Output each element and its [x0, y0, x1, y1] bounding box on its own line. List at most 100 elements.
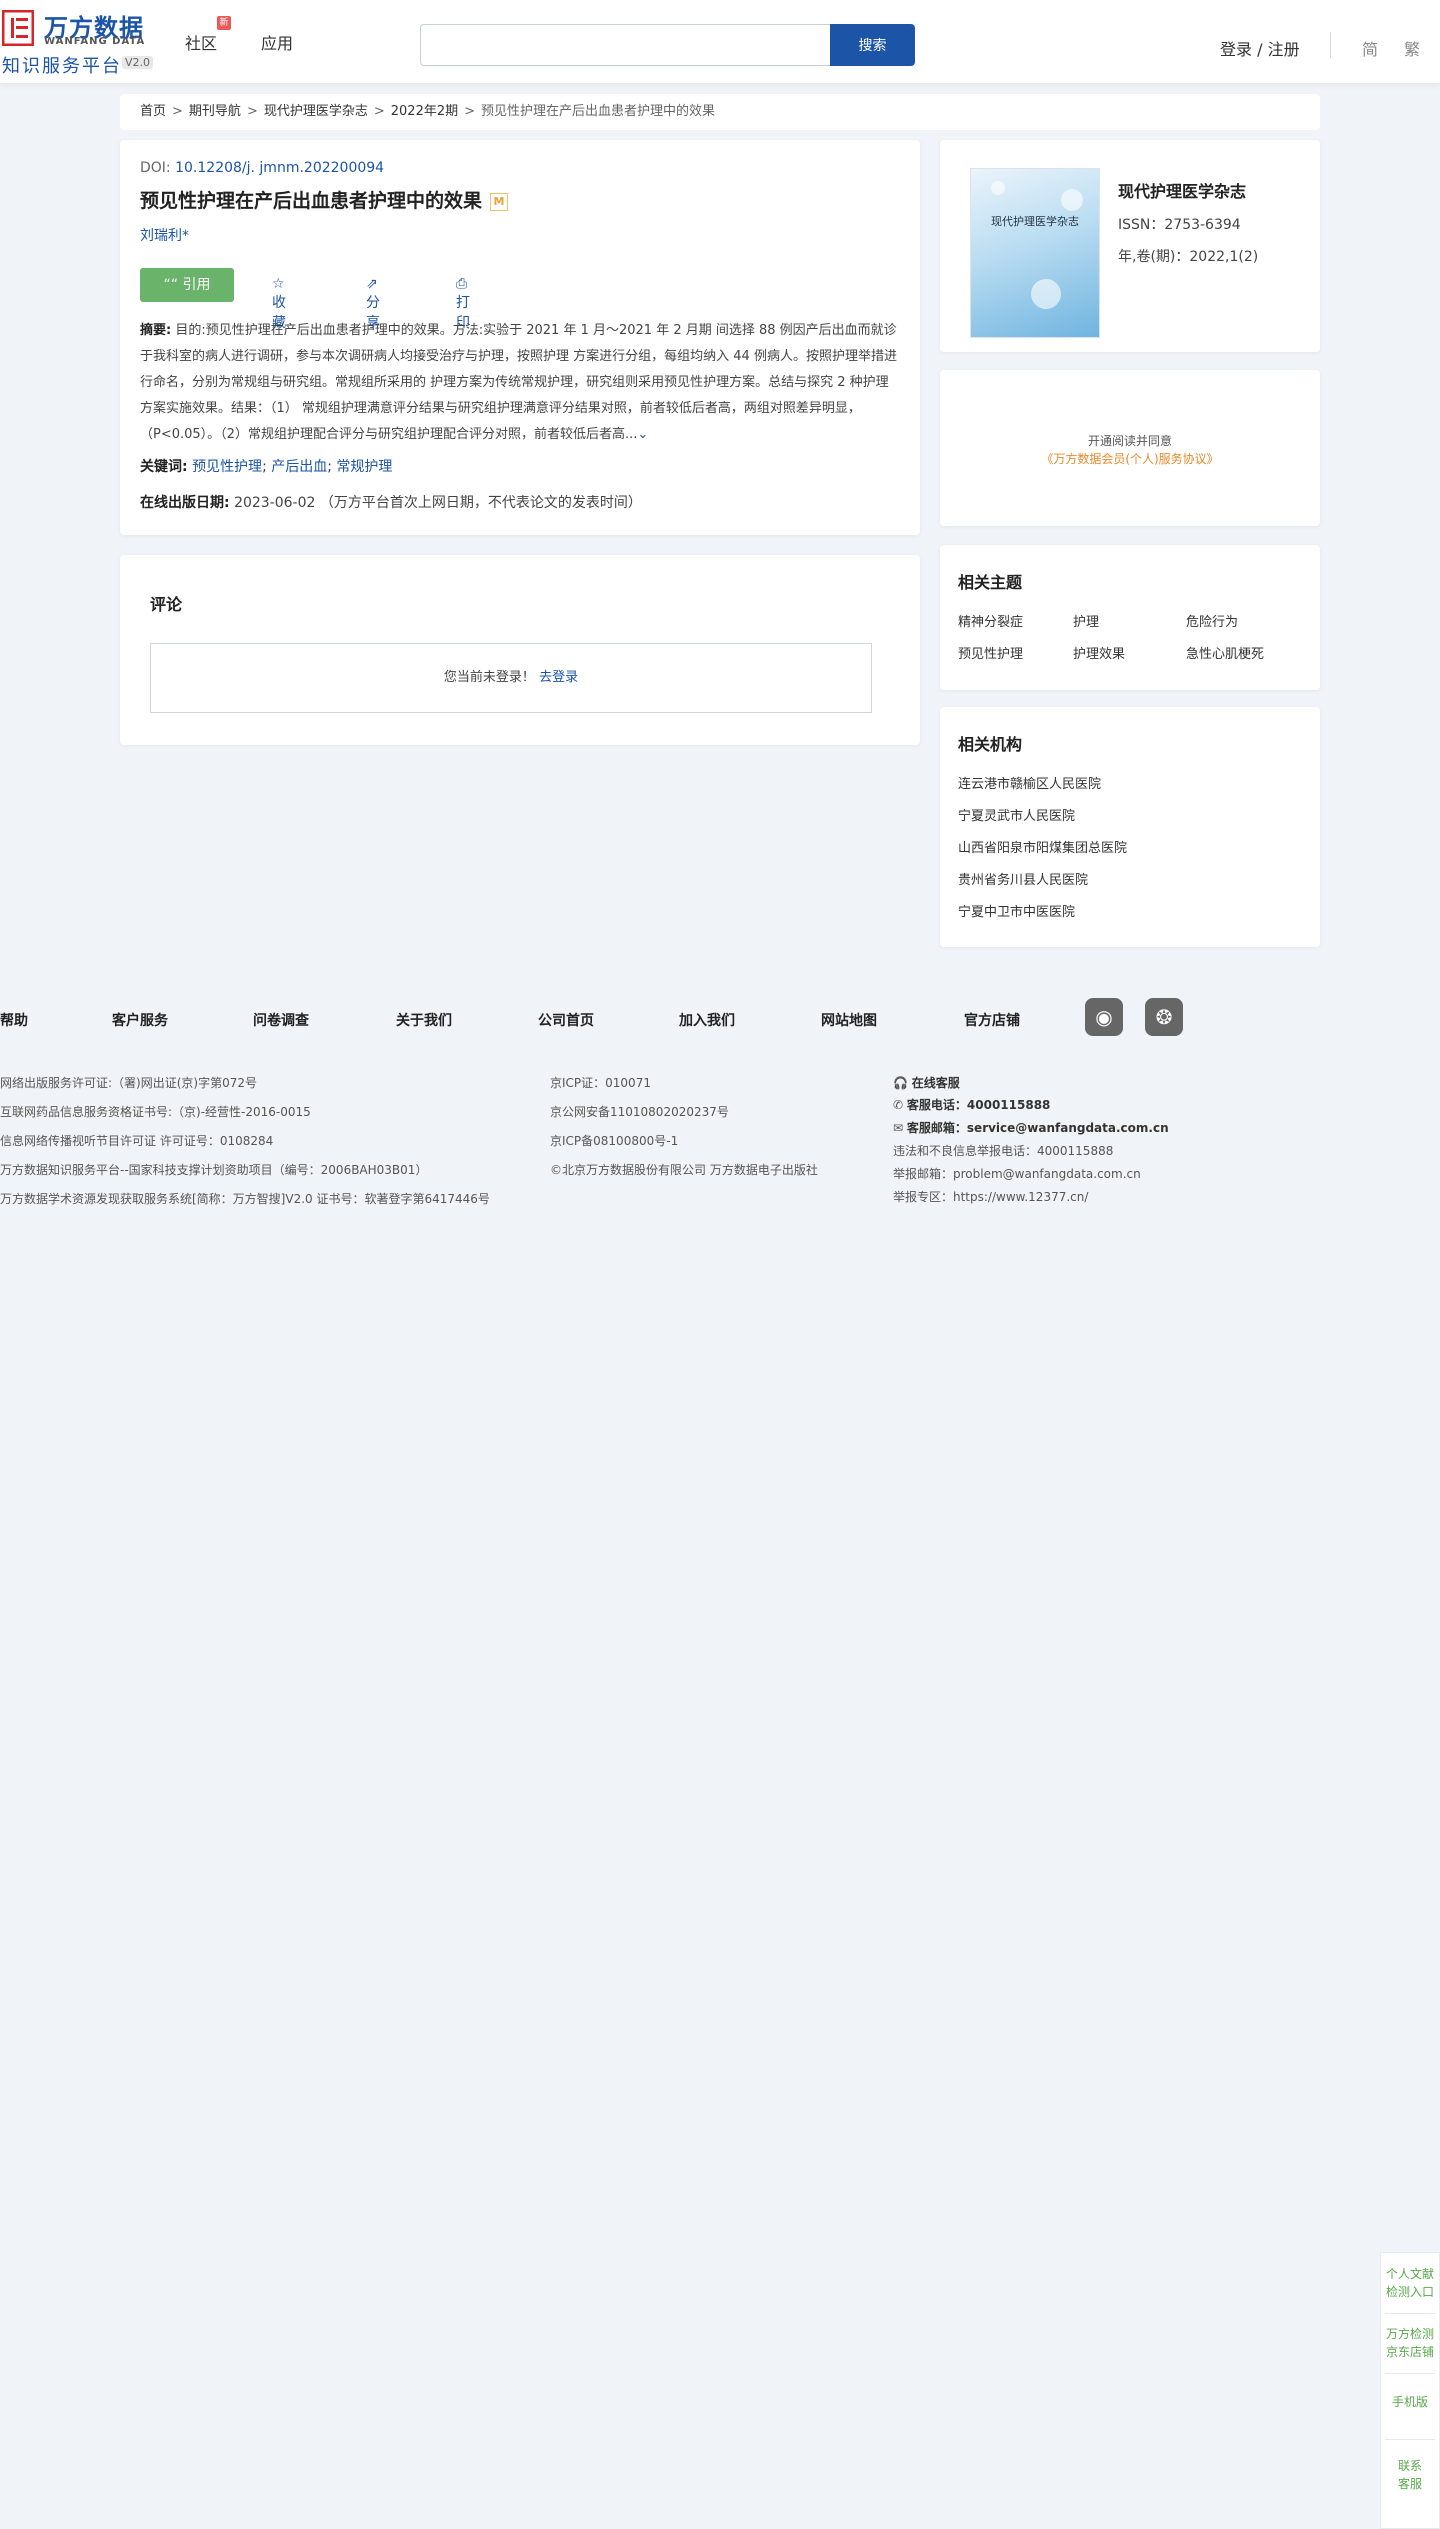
report-site[interactable]: 举报专区：https://www.12377.cn/: [893, 1188, 1088, 1205]
sidebar-divider: [1385, 2439, 1435, 2440]
article-title: 预见性护理在产后出血患者护理中的效果: [140, 190, 483, 212]
report-email[interactable]: 举报邮箱：problem@wanfangdata.com.cn: [893, 1165, 1141, 1182]
doi-link[interactable]: 10.12208/j. jmnm.202200094: [175, 160, 384, 176]
journal-name[interactable]: 现代护理医学杂志: [1118, 178, 1246, 202]
journal-issn: ISSN：2753-6394: [1118, 217, 1241, 233]
service-agreement-link[interactable]: 《万方数据会员(个人)服务协议》: [940, 450, 1320, 467]
footer-license: 万方数据知识服务平台--国家科技支撑计划资助项目（编号：2006BAH03B01…: [0, 1163, 428, 1177]
login-register-link[interactable]: 登录 / 注册: [1220, 36, 1300, 60]
journal-m-badge-icon: M: [490, 193, 509, 211]
lang-traditional[interactable]: 繁: [1404, 36, 1420, 60]
online-service[interactable]: 🎧 在线客服: [893, 1074, 960, 1091]
cover-decoration: [1061, 189, 1083, 211]
nav-apps[interactable]: 应用: [261, 30, 293, 54]
service-phone: ✆ 客服电话：4000115888: [893, 1096, 1050, 1113]
subscribe-text: 开通阅读并同意: [1087, 434, 1172, 448]
abstract-text: 目的:预见性护理在产后出血患者护理中的效果。方法:实验于 2021 年 1 月～…: [140, 323, 897, 442]
service-email: ✉ 客服邮箱：service@wanfangdata.com.cn: [893, 1119, 1169, 1136]
org-link[interactable]: 连云港市赣榆区人民医院: [958, 773, 1101, 792]
lang-simplified[interactable]: 简: [1362, 36, 1378, 60]
wanfang-logo[interactable]: 万方数据 WANFANG DATA 知识服务平台 V2.0: [0, 6, 155, 77]
search-input[interactable]: [420, 24, 830, 66]
breadcrumb-separator: >: [464, 104, 476, 119]
plagiarism-check-entry[interactable]: 个人文献 检测入口: [1381, 2265, 1439, 2301]
related-topics-title: 相关主题: [958, 573, 1023, 592]
topic-link[interactable]: 急性心肌梗死: [1186, 643, 1264, 662]
topic-link[interactable]: 预见性护理: [958, 643, 1023, 662]
report-phone: 违法和不良信息举报电话：4000115888: [893, 1144, 1114, 1158]
keyword-link[interactable]: 常规护理: [336, 459, 392, 475]
contact-service-link[interactable]: 联系 客服: [1381, 2457, 1439, 2493]
related-topics-card: 相关主题 精神分裂症 护理 危险行为 预见性护理 护理效果 急性心肌梗死: [940, 545, 1320, 690]
topic-link[interactable]: 危险行为: [1186, 611, 1238, 630]
service-email-address[interactable]: service@wanfangdata.com.cn: [967, 1121, 1169, 1135]
sidebar-divider: [1385, 2373, 1435, 2374]
breadcrumb-journal-nav[interactable]: 期刊导航: [189, 104, 241, 119]
breadcrumb: 首页 > 期刊导航 > 现代护理医学杂志 >2022年2期 > 预见性护理在产后出血患者护理中…: [120, 94, 1320, 130]
service-email-label: 客服邮箱：: [906, 1121, 967, 1135]
community-new-badge: 新: [217, 16, 231, 30]
abstract: 摘要: 目的:预见性护理在产后出血患者护理中的效果。方法:实验于 2021 年 …: [140, 318, 900, 448]
keyword-link[interactable]: 产后出血: [271, 459, 327, 475]
share-icon: ⇗: [366, 276, 378, 292]
platform-subtitle: 知识服务平台: [2, 56, 122, 77]
footer-link-join[interactable]: 加入我们: [679, 1010, 735, 1030]
go-login-link[interactable]: 去登录: [539, 670, 578, 685]
header-divider: [1330, 32, 1331, 58]
keywords-row: 关键词: 预见性护理; 产后出血; 常规护理: [140, 459, 393, 475]
quote-icon: ““: [163, 277, 179, 293]
wechat-icon[interactable]: ❂: [1145, 998, 1183, 1036]
cover-decoration: [991, 181, 1005, 195]
org-link[interactable]: 宁夏中卫市中医医院: [958, 901, 1075, 920]
footer-icp[interactable]: 京ICP备08100800号-1: [550, 1132, 678, 1149]
org-link[interactable]: 贵州省务川县人民医院: [958, 869, 1088, 888]
footer-link-sitemap[interactable]: 网站地图: [821, 1010, 877, 1030]
breadcrumb-home[interactable]: 首页: [140, 104, 166, 119]
footer-link-help[interactable]: 帮助: [0, 1010, 28, 1030]
footer-link-customer-service[interactable]: 客户服务: [112, 1010, 168, 1030]
doi-line: DOI: 10.12208/j. jmnm.202200094: [140, 160, 900, 176]
star-icon: ☆: [272, 276, 285, 292]
breadcrumb-journal[interactable]: 现代护理医学杂志: [264, 104, 368, 119]
jd-store-link[interactable]: 万方检测 京东店铺: [1381, 2325, 1439, 2361]
breadcrumb-issue[interactable]: 2022年2期: [391, 104, 458, 119]
related-orgs-title: 相关机构: [958, 735, 1023, 754]
cite-button[interactable]: ““ 引用: [140, 268, 234, 302]
footer-link-company-home[interactable]: 公司首页: [538, 1010, 594, 1030]
footer-link-official-store[interactable]: 官方店铺: [964, 1010, 1020, 1030]
topic-link[interactable]: 护理: [1073, 611, 1099, 630]
weibo-icon[interactable]: ◉: [1085, 998, 1123, 1036]
phone-icon: ✆: [893, 1098, 904, 1112]
org-link[interactable]: 宁夏灵武市人民医院: [958, 805, 1075, 824]
mobile-version-link[interactable]: 手机版: [1381, 2393, 1439, 2411]
cover-title: 现代护理医学杂志: [991, 215, 1079, 228]
footer-link-about[interactable]: 关于我们: [396, 1010, 452, 1030]
org-link[interactable]: 山西省阳泉市阳煤集团总医院: [958, 837, 1127, 856]
article-title-row: 预见性护理在产后出血患者护理中的效果 M: [140, 186, 900, 213]
sidebar-divider: [1385, 2313, 1435, 2314]
topic-link[interactable]: 精神分裂症: [958, 611, 1023, 630]
footer-license: 万方数据学术资源发现获取服务系统[简称：万方智搜]V2.0 证书号：软著登字第6…: [0, 1192, 490, 1206]
cite-label: 引用: [182, 277, 211, 293]
footer-icp[interactable]: 京ICP证：010071: [550, 1074, 651, 1091]
floating-sidebar: 个人文献 检测入口 万方检测 京东店铺 手机版 联系 客服: [1380, 2252, 1440, 2529]
comment-login-box: 您当前未登录！ 去登录: [150, 643, 872, 713]
comment-title: 评论: [150, 595, 183, 614]
publish-date-row: 在线出版日期: 2023-06-02 （万方平台首次上网日期，不代表论文的发表时…: [140, 492, 642, 512]
cover-decoration: [1031, 279, 1061, 309]
logo-english-name: WANFANG DATA: [44, 36, 146, 47]
footer-link-survey[interactable]: 问卷调查: [253, 1010, 309, 1030]
nav-community[interactable]: 社区: [185, 30, 217, 54]
expand-chevron-icon[interactable]: ⌄: [637, 427, 648, 442]
author-link[interactable]: 刘瑞利*: [140, 225, 900, 245]
topic-link[interactable]: 护理效果: [1073, 643, 1125, 662]
footer-icp[interactable]: 京公网安备11010802020237号: [550, 1103, 729, 1120]
journal-card: 现代护理医学杂志 现代护理医学杂志 ISSN：2753-6394 年,卷(期)：…: [940, 140, 1320, 352]
breadcrumb-separator: >: [172, 104, 183, 119]
article-card: DOI: 10.12208/j. jmnm.202200094 预见性护理在产后…: [120, 140, 920, 535]
search-button[interactable]: 搜索: [830, 24, 915, 66]
journal-cover-image[interactable]: 现代护理医学杂志: [970, 168, 1100, 338]
keyword-link[interactable]: 预见性护理: [192, 459, 262, 475]
breadcrumb-separator: >: [373, 104, 385, 119]
footer-license: 网络出版服务许可证:（署)网出证(京)字第072号: [0, 1076, 257, 1090]
